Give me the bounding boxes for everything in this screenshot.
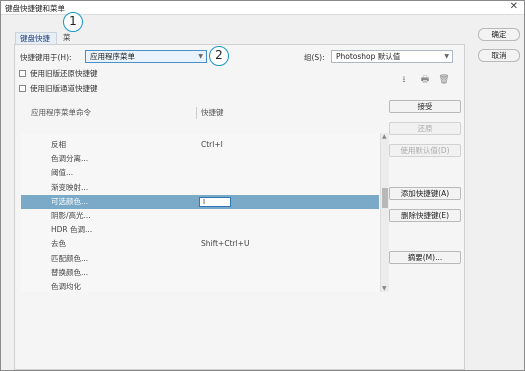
row-command: 渐变映射... — [51, 182, 89, 192]
row-command: 去色 — [51, 239, 66, 249]
row-command: 阈值... — [51, 168, 74, 178]
table-row[interactable]: 阴影/高光... — [21, 209, 379, 223]
title-bar: 键盘快捷键和菜单 ✕ — [1, 1, 524, 15]
scroll-down-icon[interactable]: ▼ — [382, 285, 387, 292]
table-row[interactable]: 反相 Ctrl+I — [21, 138, 379, 152]
tab-keyboard-shortcuts[interactable]: 键盘快捷键 — [15, 32, 57, 55]
chevron-down-icon: ▼ — [198, 53, 203, 60]
legacy-channel-label: 使用旧版通道快捷键 — [30, 84, 98, 93]
legacy-channel-checkbox-row[interactable]: 使用旧版通道快捷键 — [19, 83, 98, 94]
table-header: 应用程序菜单命令 快捷键 — [21, 105, 374, 119]
shortcuts-for-label: 快捷键用于(H): — [20, 53, 72, 62]
save-set-icon[interactable]: ⭳ — [398, 74, 410, 86]
table-row[interactable]: 色调分离... — [21, 152, 379, 166]
new-set-icon[interactable]: 🖶 — [419, 74, 431, 86]
shortcuts-for-select[interactable]: 应用程序菜单 ▼ — [85, 50, 207, 63]
close-icon[interactable]: ✕ — [510, 1, 518, 12]
table-row[interactable]: 渐变映射... — [21, 181, 379, 195]
table-row[interactable]: 色调均化 — [21, 280, 379, 292]
table-row[interactable]: HDR 色调... — [21, 223, 379, 237]
delete-set-icon[interactable]: 🗑 — [438, 74, 450, 86]
callout-1: 1 — [63, 12, 83, 32]
undo-button[interactable]: 还原 — [389, 122, 461, 135]
row-shortcut: Shift+Ctrl+U — [201, 239, 250, 249]
row-command: 色调分离... — [51, 154, 89, 164]
table-row[interactable]: 匹配颜色... — [21, 252, 379, 266]
row-command: 阴影/高光... — [51, 211, 91, 220]
table-row-selected[interactable]: 可选颜色... I — [21, 194, 379, 209]
table-row[interactable]: 去色 Shift+Ctrl+U — [21, 237, 379, 251]
table-row[interactable]: 阈值... — [21, 166, 379, 180]
summarize-button[interactable]: 摘要(M)... — [389, 251, 461, 264]
set-select[interactable]: Photoshop 默认值 ▼ — [331, 50, 453, 63]
column-shortcut-header: 快捷键 — [201, 108, 224, 117]
column-command-header: 应用程序菜单命令 — [31, 108, 91, 117]
row-shortcut: Ctrl+I — [201, 140, 223, 149]
scroll-up-icon[interactable]: ▲ — [382, 133, 387, 140]
accept-button[interactable]: 接受 — [389, 100, 461, 113]
chevron-down-icon: ▼ — [444, 53, 449, 60]
shortcuts-dialog: 键盘快捷键和菜单 ✕ 1 键盘快捷键 菜单 确定 取消 快捷键用于(H): 应用… — [0, 0, 525, 371]
row-command: 替换颜色... — [51, 267, 89, 277]
callout-2: 2 — [209, 46, 229, 66]
add-shortcut-button[interactable]: 添加快捷键(A) — [389, 187, 461, 200]
shortcuts-for-value: 应用程序菜单 — [90, 52, 135, 61]
dialog-title: 键盘快捷键和菜单 — [5, 4, 65, 13]
table-row[interactable]: 替换颜色... — [21, 266, 379, 280]
legacy-undo-checkbox-row[interactable]: 使用旧版还原快捷键 — [19, 68, 98, 79]
legacy-channel-checkbox[interactable] — [19, 85, 26, 92]
legacy-undo-label: 使用旧版还原快捷键 — [30, 69, 98, 78]
row-command: 色调均化 — [51, 282, 81, 291]
shortcuts-panel: 快捷键用于(H): 应用程序菜单 ▼ 组(S): Photoshop 默认值 ▼… — [14, 44, 465, 370]
shortcut-edit-field[interactable]: I — [199, 196, 231, 207]
row-command: 匹配颜色... — [51, 253, 89, 263]
cancel-button[interactable]: 取消 — [478, 49, 520, 62]
set-label: 组(S): — [304, 53, 325, 62]
set-value: Photoshop 默认值 — [336, 52, 401, 61]
row-command: HDR 色调... — [51, 225, 93, 235]
tab-menus[interactable]: 菜单 — [59, 32, 75, 54]
scrollbar-thumb[interactable] — [382, 188, 388, 208]
table-scrollbar[interactable]: ▲ ▼ — [380, 133, 389, 292]
ok-button[interactable]: 确定 — [478, 28, 520, 41]
column-divider — [196, 107, 197, 119]
row-command: 反相 — [51, 140, 66, 149]
use-default-button[interactable]: 使用默认值(D) — [389, 144, 461, 157]
row-command: 可选颜色... — [51, 196, 89, 206]
legacy-undo-checkbox[interactable] — [19, 70, 26, 77]
delete-shortcut-button[interactable]: 删除快捷键(E) — [389, 209, 461, 222]
shortcuts-table: ··· ··· 反相 Ctrl+I 色调分离... 阈值... 渐变映射... … — [21, 133, 389, 292]
